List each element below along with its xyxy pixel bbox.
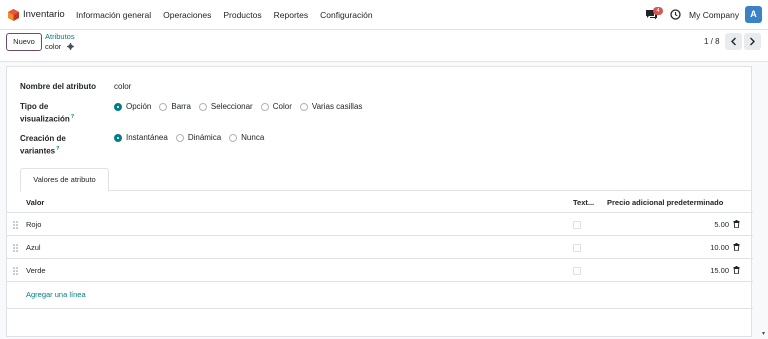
variant-creation-label-text: Creación de variantes	[20, 134, 66, 156]
form-sheet: Nombre del atributo color Tipo de visual…	[6, 66, 753, 337]
table-row[interactable]: Azul 10.00	[7, 236, 753, 259]
main-menu: Información general Operaciones Producto…	[76, 10, 373, 20]
variant-option-instantanea[interactable]: Instantánea	[114, 133, 168, 142]
value-name[interactable]: Azul	[26, 243, 41, 252]
variant-option-dinamica[interactable]: Dinámica	[175, 133, 222, 142]
new-button[interactable]: Nuevo	[6, 33, 42, 51]
table-row[interactable]: Verde 15.00	[7, 259, 753, 282]
chevron-right-icon	[750, 37, 755, 46]
menu-item-informacion-general[interactable]: Información general	[76, 10, 151, 20]
option-label: Color	[272, 102, 292, 111]
radio-checked[interactable]	[114, 133, 122, 142]
menu-item-productos[interactable]: Productos	[223, 10, 261, 20]
scroll-caret-icon: ▾	[762, 331, 766, 337]
tab-attribute-values[interactable]: Valores de atributo	[20, 168, 109, 192]
trash-icon[interactable]	[733, 266, 740, 274]
option-label: Varias casillas	[311, 102, 363, 111]
option-label: Barra	[171, 102, 191, 111]
variant-creation-radio-group: Instantánea Dinámica Nunca	[114, 133, 264, 142]
display-type-option-opcion[interactable]: Opción	[114, 102, 151, 111]
display-type-label: Tipo de visualización?	[20, 101, 80, 125]
display-type-label-text: Tipo de visualización	[20, 102, 70, 124]
breadcrumb-current: color	[45, 42, 62, 51]
option-label: Instantánea	[126, 133, 168, 142]
breadcrumb-parent[interactable]: Atributos	[45, 32, 75, 41]
variant-option-nunca[interactable]: Nunca	[229, 133, 264, 142]
pager-next-button[interactable]	[744, 33, 761, 50]
column-header-text[interactable]: Text...	[573, 198, 594, 207]
radio[interactable]	[198, 102, 207, 111]
display-type-option-varias-casillas[interactable]: Varias casillas	[299, 102, 363, 111]
radio[interactable]	[175, 133, 184, 142]
value-name[interactable]: Verde	[26, 266, 46, 275]
display-type-option-color[interactable]: Color	[260, 102, 292, 111]
company-switcher[interactable]: My Company	[689, 10, 739, 20]
trash-icon[interactable]	[733, 243, 740, 251]
drag-handle-icon[interactable]	[13, 244, 18, 252]
notebook-tabs: Valores de atributo	[20, 168, 752, 192]
clock-icon[interactable]	[670, 9, 681, 20]
display-type-radio-group: Opción Barra Seleccionar Color Varias ca…	[114, 102, 362, 111]
gear-icon[interactable]	[67, 43, 74, 50]
radio[interactable]	[229, 133, 238, 142]
notification-badge: 4	[653, 7, 663, 15]
radio[interactable]	[159, 102, 168, 111]
radio[interactable]	[299, 102, 308, 111]
display-type-option-seleccionar[interactable]: Seleccionar	[198, 102, 253, 111]
control-panel: Nuevo Atributos color 1 / 8	[0, 30, 768, 62]
text-checkbox[interactable]	[573, 267, 581, 275]
avatar[interactable]: A	[745, 6, 762, 23]
table-bottom-border	[7, 308, 753, 309]
extra-price[interactable]: 5.00	[714, 220, 729, 229]
variant-creation-help-icon[interactable]: ?	[56, 146, 59, 152]
text-checkbox[interactable]	[573, 244, 581, 252]
display-type-help-icon[interactable]: ?	[71, 114, 74, 120]
table-row[interactable]: Rojo 5.00	[7, 213, 753, 236]
value-name[interactable]: Rojo	[26, 220, 41, 229]
extra-price[interactable]: 10.00	[710, 243, 729, 252]
variant-creation-label: Creación de variantes?	[20, 133, 80, 157]
app-name[interactable]: Inventario	[23, 9, 65, 20]
app-logo[interactable]	[8, 9, 19, 21]
column-header-price[interactable]: Precio adicional predeterminado	[607, 198, 723, 207]
display-type-option-barra[interactable]: Barra	[159, 102, 191, 111]
drag-handle-icon[interactable]	[13, 221, 18, 229]
menu-item-reportes[interactable]: Reportes	[274, 10, 309, 20]
radio-checked[interactable]	[114, 102, 122, 111]
radio[interactable]	[260, 102, 269, 111]
attribute-name-label: Nombre del atributo	[20, 82, 97, 91]
chevron-left-icon	[731, 37, 736, 46]
menu-item-configuracion[interactable]: Configuración	[320, 10, 372, 20]
text-checkbox[interactable]	[573, 221, 581, 229]
pager-value[interactable]: 1 / 8	[704, 37, 720, 46]
top-navbar: Inventario Información general Operacion…	[0, 0, 768, 30]
extra-price[interactable]: 15.00	[710, 266, 729, 275]
pager-previous-button[interactable]	[725, 33, 742, 50]
trash-icon[interactable]	[733, 220, 740, 228]
drag-handle-icon[interactable]	[13, 267, 18, 275]
menu-item-operaciones[interactable]: Operaciones	[163, 10, 211, 20]
option-label: Dinámica	[187, 133, 222, 142]
table-header: Valor Text... Precio adicional predeterm…	[7, 191, 753, 213]
option-label: Opción	[126, 102, 152, 111]
add-line-link[interactable]: Agregar una línea	[26, 290, 86, 299]
option-label: Nunca	[241, 133, 265, 142]
column-header-value[interactable]: Valor	[26, 198, 44, 207]
attribute-name-field[interactable]: color	[114, 82, 131, 91]
option-label: Seleccionar	[210, 102, 253, 111]
